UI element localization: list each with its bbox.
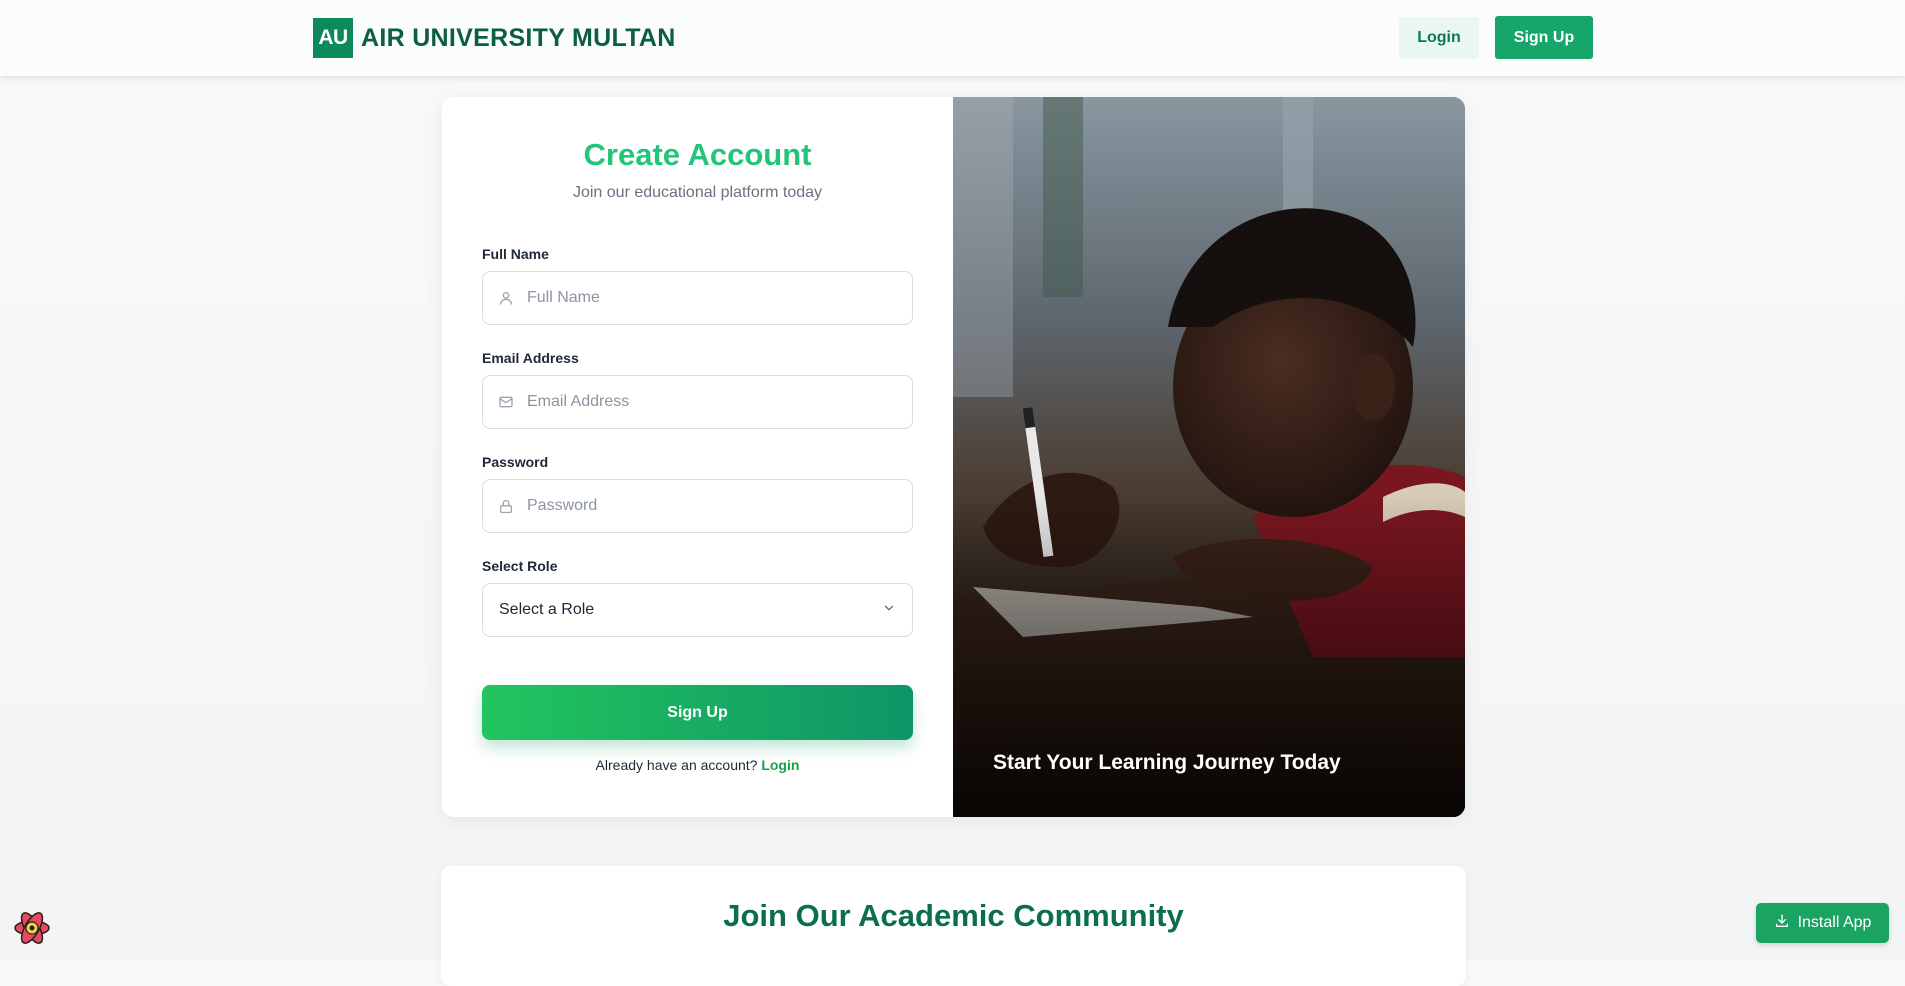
- header-login-button[interactable]: Login: [1399, 17, 1479, 59]
- password-field[interactable]: [482, 479, 913, 533]
- role-select-value: Select a Role: [499, 601, 595, 618]
- login-link[interactable]: Login: [761, 757, 799, 773]
- community-title: Join Our Academic Community: [723, 898, 1184, 933]
- full-name-label: Full Name: [482, 246, 549, 262]
- user-icon: [497, 289, 515, 307]
- signup-submit-button[interactable]: Sign Up: [482, 685, 913, 740]
- signup-card: Create Account Join our educational plat…: [442, 97, 1465, 817]
- hero-caption: Start Your Learning Journey Today: [993, 751, 1341, 774]
- email-field[interactable]: [482, 375, 913, 429]
- brand-logo[interactable]: AU AIR UNIVERSITY MULTAN: [313, 18, 676, 58]
- hero-image: Start Your Learning Journey Today: [953, 97, 1465, 817]
- brand-name: AIR UNIVERSITY MULTAN: [361, 23, 676, 52]
- email-input[interactable]: [527, 393, 907, 411]
- form-subtitle: Join our educational platform today: [572, 184, 823, 201]
- react-devtools-icon[interactable]: [12, 908, 52, 948]
- header-signup-button[interactable]: Sign Up: [1495, 16, 1593, 59]
- mail-icon: [497, 393, 515, 411]
- community-section: Join Our Academic Community: [441, 866, 1466, 986]
- top-navbar: AU AIR UNIVERSITY MULTAN Login Sign Up: [0, 0, 1905, 76]
- logo-badge: AU: [313, 18, 353, 58]
- install-app-button[interactable]: Install App: [1756, 903, 1889, 943]
- login-prompt: Already have an account? Login: [442, 757, 953, 773]
- email-label: Email Address: [482, 350, 579, 366]
- full-name-input[interactable]: [527, 289, 907, 307]
- chevron-down-icon: [882, 601, 896, 620]
- full-name-field[interactable]: [482, 271, 913, 325]
- download-icon: [1774, 913, 1790, 934]
- install-app-label: Install App: [1797, 914, 1872, 931]
- lock-icon: [497, 497, 515, 515]
- student-photo-illustration: [953, 97, 1465, 817]
- signup-form: Create Account Join our educational plat…: [442, 97, 953, 817]
- form-title: Create Account: [583, 137, 812, 172]
- login-prompt-text: Already have an account?: [595, 757, 758, 773]
- password-input[interactable]: [527, 497, 907, 515]
- role-select[interactable]: Select a Role: [482, 583, 913, 637]
- password-label: Password: [482, 454, 549, 470]
- role-label: Select Role: [482, 558, 558, 574]
